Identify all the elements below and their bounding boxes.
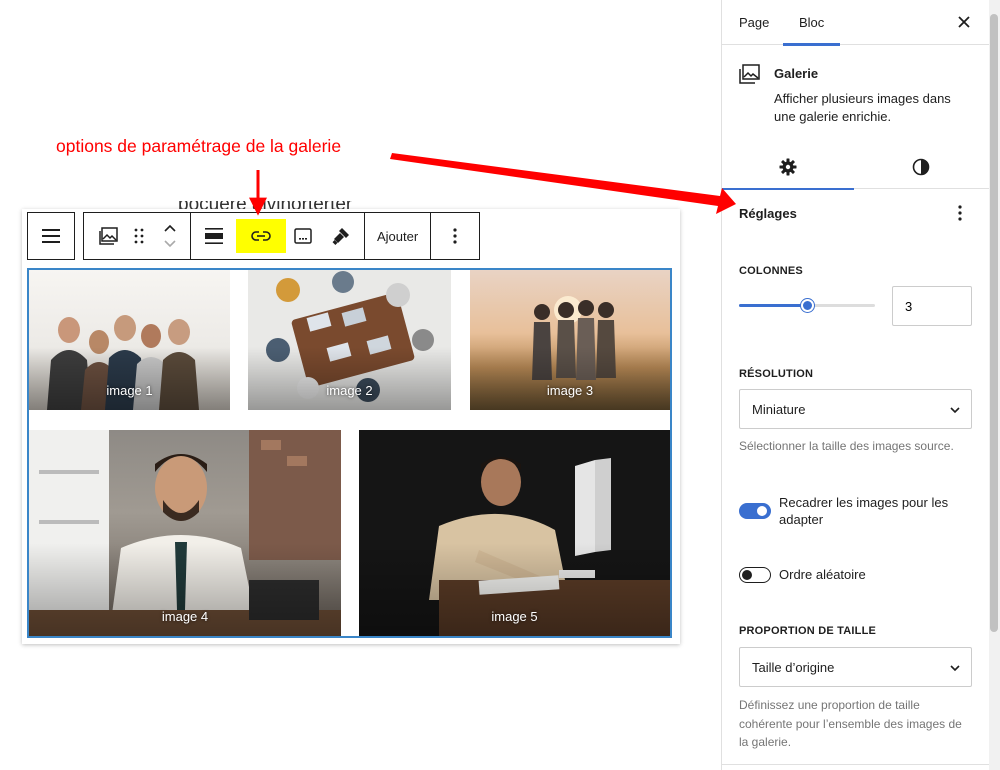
columns-label: COLONNES — [739, 265, 803, 277]
caption-shade — [470, 347, 670, 410]
brush-icon — [332, 228, 349, 245]
random-order-toggle[interactable] — [739, 567, 771, 583]
image-caption: image 2 — [326, 383, 373, 398]
select-parent-button[interactable] — [28, 213, 74, 259]
tab-settings[interactable] — [722, 145, 854, 190]
columns-slider[interactable] — [739, 299, 875, 313]
contrast-icon — [912, 158, 930, 176]
gallery-icon — [739, 64, 760, 84]
caption-shade — [248, 347, 451, 410]
random-order-label: Ordre aléatoire — [779, 567, 866, 582]
image-caption: image 4 — [161, 609, 209, 624]
resolution-label: RÉSOLUTION — [739, 368, 814, 380]
more-options-button[interactable] — [431, 213, 479, 259]
toolbar-group-block — [83, 212, 191, 260]
columns-input[interactable] — [892, 286, 972, 326]
aspect-ratio-label: PROPORTION DE TAILLE — [739, 625, 877, 637]
resolution-value: Miniature — [752, 401, 806, 417]
caption-button[interactable] — [288, 213, 318, 259]
block-title: Galerie — [774, 66, 819, 81]
list-view-icon — [42, 229, 60, 243]
gallery-image[interactable]: image 2 — [248, 270, 451, 410]
align-button[interactable] — [194, 213, 234, 259]
sidebar-tabs: Page Bloc — [722, 0, 990, 46]
chevron-up-icon[interactable] — [163, 223, 177, 233]
gallery-icon — [99, 227, 118, 245]
slider-handle[interactable] — [801, 299, 814, 312]
drag-icon — [134, 228, 144, 244]
chevron-down-icon[interactable] — [163, 239, 177, 249]
close-icon[interactable] — [954, 12, 974, 32]
tab-page[interactable]: Page — [739, 0, 769, 45]
resolution-help: Sélectionner la taille des images source… — [739, 439, 954, 453]
tab-styles[interactable] — [855, 145, 987, 189]
link-icon — [251, 231, 271, 241]
caption-icon — [294, 228, 312, 244]
settings-sidebar: Page Bloc Galerie Afficher plusieurs ima… — [721, 0, 990, 770]
image-caption: image 3 — [546, 383, 594, 398]
image-caption: image 5 — [491, 609, 538, 624]
crop-images-label: Recadrer les images pour les adapter — [779, 495, 949, 527]
toolbar-group-tools — [190, 212, 365, 260]
align-wide-icon — [205, 228, 223, 244]
gallery-image[interactable]: image 3 — [470, 270, 670, 410]
panel-divider — [722, 764, 990, 765]
block-type-button[interactable] — [90, 213, 128, 259]
settings-section-title[interactable]: Réglages — [739, 206, 797, 221]
aspect-ratio-select[interactable]: Taille d’origine — [739, 647, 972, 687]
gallery-image[interactable]: image 5 — [359, 430, 670, 636]
link-settings-button[interactable] — [236, 219, 286, 253]
sidebar-scrollbar-thumb[interactable] — [990, 14, 998, 632]
move-buttons — [150, 213, 190, 259]
toggle-knob — [757, 506, 767, 516]
aspect-ratio-help: Définissez une proportion de taille cohé… — [739, 698, 962, 749]
toolbar-group-parent — [27, 212, 75, 260]
block-description: Afficher plusieurs images dans une galer… — [774, 91, 951, 124]
toggle-knob — [742, 570, 752, 580]
caption-shade — [29, 347, 230, 410]
gallery-image[interactable]: image 4 — [29, 430, 341, 636]
toolbar-group-more — [430, 212, 481, 260]
add-button[interactable]: Ajouter — [365, 213, 430, 259]
slider-fill — [739, 304, 807, 307]
gear-icon — [779, 158, 797, 176]
block-card: Galerie Afficher plusieurs images dans u… — [722, 45, 990, 145]
more-vertical-icon — [453, 228, 457, 244]
chevron-down-icon — [950, 407, 960, 414]
chevron-down-icon — [950, 665, 960, 672]
annotation-label: options de paramétrage de la galerie — [56, 136, 342, 156]
styles-button[interactable] — [318, 213, 364, 259]
settings-style-tabs — [722, 145, 990, 190]
tab-block[interactable]: Bloc — [782, 0, 841, 46]
toolbar-group-add: Ajouter — [364, 212, 432, 260]
gallery-image[interactable]: image 1 — [29, 270, 230, 410]
more-vertical-icon[interactable] — [950, 203, 970, 223]
block-toolbar: Ajouter — [27, 212, 481, 260]
aspect-ratio-value: Taille d’origine — [752, 659, 835, 675]
image-caption: image 1 — [106, 383, 153, 398]
crop-images-toggle[interactable] — [739, 503, 771, 519]
drag-handle[interactable] — [128, 213, 150, 259]
gallery-grid[interactable]: image 1 image 2 image 3 image 4 image 5 — [27, 268, 672, 638]
resolution-select[interactable]: Miniature — [739, 389, 972, 429]
editor-canvas: options de paramétrage de la galerie poc… — [0, 0, 722, 770]
